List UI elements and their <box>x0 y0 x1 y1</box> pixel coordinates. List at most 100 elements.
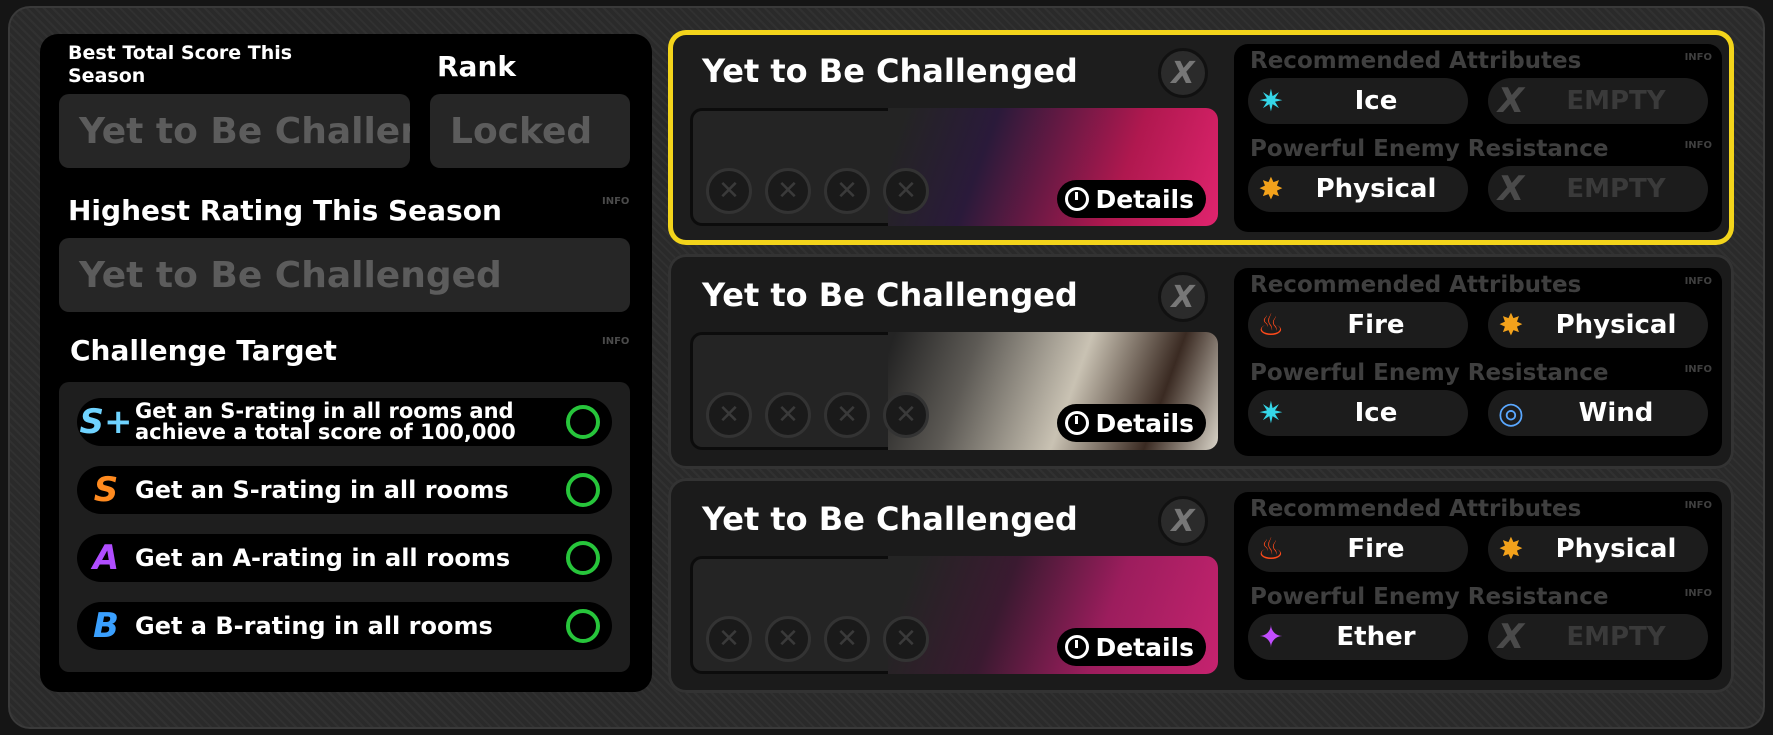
grade-b-icon: B <box>93 606 119 646</box>
card-title: Yet to Be Challenged <box>702 276 1078 314</box>
details-label: Details <box>1095 408 1194 438</box>
attributes-panel: Recommended Attributes INFO ♨ Fire ✸ Phy… <box>1234 492 1722 680</box>
info-button[interactable]: INFO <box>1685 140 1712 151</box>
info-button[interactable]: INFO <box>1685 276 1712 287</box>
info-button[interactable]: INFO <box>1685 52 1712 63</box>
attribute-pill: ♨ Fire <box>1248 302 1468 348</box>
target-row: A Get an A-rating in all rooms <box>77 534 612 582</box>
details-button[interactable]: Details <box>1057 628 1206 666</box>
best-score-label: Best Total Score This Season <box>68 42 293 87</box>
target-row: S Get an S-rating in all rooms <box>77 466 612 514</box>
attribute-pill: ✦ Ether <box>1248 614 1468 660</box>
details-label: Details <box>1095 184 1194 214</box>
attribute-pill: ✸ Physical <box>1488 526 1708 572</box>
attribute-label: Fire <box>1347 534 1405 564</box>
ether-icon: ✦ <box>1258 619 1284 655</box>
x-icon[interactable]: X <box>1158 496 1208 546</box>
slot-x-icon: ✕ <box>824 168 870 214</box>
attribute-label: Physical <box>1315 174 1437 204</box>
target-row: B Get a B-rating in all rooms <box>77 602 612 650</box>
recommended-label: Recommended Attributes <box>1250 48 1582 74</box>
attributes-panel: Recommended Attributes INFO ✷ Ice X EMPT… <box>1234 44 1722 232</box>
grade-a-icon: A <box>92 538 120 578</box>
attribute-pill: ♨ Fire <box>1248 526 1468 572</box>
attribute-pill-empty: X EMPTY <box>1488 78 1708 124</box>
resistance-label: Powerful Enemy Resistance <box>1250 584 1609 610</box>
slot-x-icon: ✕ <box>824 392 870 438</box>
empty-x-icon: X <box>1497 169 1525 209</box>
physical-icon: ✸ <box>1498 531 1524 567</box>
enemy-portrait[interactable]: ✕ ✕ ✕ ✕ Details <box>690 108 1218 226</box>
physical-icon: ✸ <box>1258 171 1284 207</box>
fire-icon: ♨ <box>1257 307 1285 343</box>
target-row: S+ Get an S-rating in all rooms and achi… <box>77 398 612 446</box>
highest-rating-label: Highest Rating This Season <box>68 194 502 227</box>
check-ring-icon <box>566 405 600 439</box>
rank-field: Locked <box>430 94 630 168</box>
info-button[interactable]: INFO <box>602 336 629 347</box>
slot-x-icon: ✕ <box>706 392 752 438</box>
check-ring-icon <box>566 473 600 507</box>
slot-x-icon: ✕ <box>765 168 811 214</box>
attribute-pill-empty: X EMPTY <box>1488 614 1708 660</box>
clock-icon <box>1065 411 1090 435</box>
card-title: Yet to Be Challenged <box>702 500 1078 538</box>
attribute-label: EMPTY <box>1566 86 1666 116</box>
attribute-label: Fire <box>1347 310 1405 340</box>
season-summary-panel: Best Total Score This Season Rank Yet to… <box>40 34 652 692</box>
slot-x-icon: ✕ <box>824 616 870 662</box>
attribute-pill: ◎ Wind <box>1488 390 1708 436</box>
attribute-pill: ✷ Ice <box>1248 78 1468 124</box>
info-button[interactable]: INFO <box>1685 588 1712 599</box>
x-icon[interactable]: X <box>1158 272 1208 322</box>
enemy-portrait[interactable]: ✕ ✕ ✕ ✕ Details <box>690 332 1218 450</box>
ice-icon: ✷ <box>1258 395 1284 431</box>
target-text: Get an S-rating in all rooms <box>135 476 509 504</box>
ice-icon: ✷ <box>1258 83 1284 119</box>
slot-x-icon: ✕ <box>883 168 929 214</box>
slot-x-icon: ✕ <box>706 168 752 214</box>
check-ring-icon <box>566 609 600 643</box>
check-ring-icon <box>566 541 600 575</box>
target-text: Get a B-rating in all rooms <box>135 612 493 640</box>
clock-icon <box>1065 187 1090 211</box>
challenge-card-3[interactable]: Yet to Be Challenged X ✕ ✕ ✕ ✕ Details R… <box>668 478 1734 693</box>
attribute-pill: ✸ Physical <box>1488 302 1708 348</box>
recommended-label: Recommended Attributes <box>1250 272 1582 298</box>
info-button[interactable]: INFO <box>1685 500 1712 511</box>
challenge-target-label: Challenge Target <box>70 334 337 367</box>
challenge-card-1[interactable]: Yet to Be Challenged X ✕ ✕ ✕ ✕ Details R… <box>668 30 1734 245</box>
attribute-pill-empty: X EMPTY <box>1488 166 1708 212</box>
empty-x-icon: X <box>1497 81 1525 121</box>
attribute-label: Wind <box>1578 398 1654 428</box>
details-button[interactable]: Details <box>1057 404 1206 442</box>
x-icon[interactable]: X <box>1158 48 1208 98</box>
challenge-card-2[interactable]: Yet to Be Challenged X ✕ ✕ ✕ ✕ Details R… <box>668 254 1734 469</box>
attribute-pill: ✷ Ice <box>1248 390 1468 436</box>
attribute-pill: ✸ Physical <box>1248 166 1468 212</box>
physical-icon: ✸ <box>1498 307 1524 343</box>
attribute-label: Ice <box>1354 86 1398 116</box>
info-button[interactable]: INFO <box>1685 364 1712 375</box>
highest-rating-field: Yet to Be Challenged <box>59 238 630 312</box>
enemy-portrait[interactable]: ✕ ✕ ✕ ✕ Details <box>690 556 1218 674</box>
grade-s-plus-icon: S+ <box>79 402 133 442</box>
target-text: Get an A-rating in all rooms <box>135 544 511 572</box>
empty-x-icon: X <box>1497 617 1525 657</box>
challenge-target-list: S+ Get an S-rating in all rooms and achi… <box>59 382 630 672</box>
slot-x-icon: ✕ <box>883 392 929 438</box>
attributes-panel: Recommended Attributes INFO ♨ Fire ✸ Phy… <box>1234 268 1722 456</box>
slot-x-icon: ✕ <box>883 616 929 662</box>
info-button[interactable]: INFO <box>602 196 629 207</box>
slot-x-icon: ✕ <box>765 616 811 662</box>
fire-icon: ♨ <box>1257 531 1285 567</box>
attribute-label: Physical <box>1555 534 1677 564</box>
target-text: Get an S-rating in all rooms and achieve… <box>135 399 516 444</box>
grade-s-icon: S <box>93 470 119 510</box>
details-button[interactable]: Details <box>1057 180 1206 218</box>
card-title: Yet to Be Challenged <box>702 52 1078 90</box>
attribute-label: EMPTY <box>1566 622 1666 652</box>
attribute-label: Ice <box>1354 398 1398 428</box>
details-label: Details <box>1095 632 1194 662</box>
attribute-label: Physical <box>1555 310 1677 340</box>
